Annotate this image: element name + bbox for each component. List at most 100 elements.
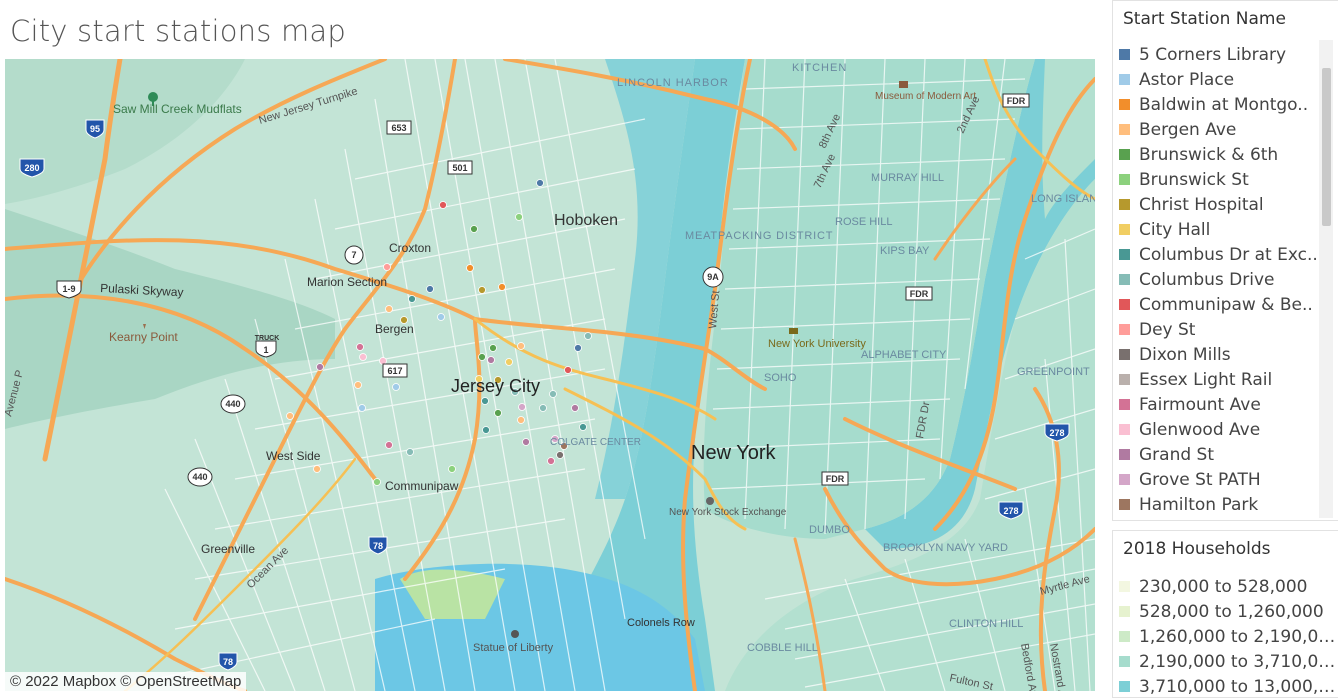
- map-attribution[interactable]: © 2022 Mapbox © OpenStreetMap: [5, 672, 247, 691]
- station-marker[interactable]: [549, 390, 557, 398]
- legend-item[interactable]: 1,260,000 to 2,190,000: [1119, 624, 1338, 649]
- legend-item[interactable]: 230,000 to 528,000: [1119, 574, 1338, 599]
- station-marker[interactable]: [408, 295, 416, 303]
- landmark-icon: [706, 497, 714, 505]
- station-marker[interactable]: [379, 357, 387, 365]
- legend-item[interactable]: Columbus Drive: [1119, 267, 1319, 292]
- legend-swatch: [1119, 249, 1130, 260]
- station-marker[interactable]: [359, 353, 367, 361]
- legend-item[interactable]: 5 Corners Library: [1119, 42, 1319, 67]
- svg-text:501: 501: [452, 163, 467, 173]
- station-marker[interactable]: [539, 404, 547, 412]
- station-marker[interactable]: [383, 263, 391, 271]
- station-marker[interactable]: [313, 465, 321, 473]
- station-marker[interactable]: [489, 344, 497, 352]
- station-marker[interactable]: [571, 404, 579, 412]
- station-marker[interactable]: [448, 465, 456, 473]
- station-marker[interactable]: [494, 409, 502, 417]
- legend-scrollbar[interactable]: [1319, 40, 1333, 518]
- legend-swatch: [1119, 124, 1130, 135]
- station-legend-list[interactable]: 5 Corners Library Astor Place Baldwin at M…: [1119, 42, 1319, 517]
- station-marker[interactable]: [584, 332, 592, 340]
- station-marker[interactable]: [482, 426, 490, 434]
- legend-item[interactable]: Astor Place: [1119, 67, 1319, 92]
- shield-7-icon: 7: [344, 245, 364, 265]
- legend-item[interactable]: Christ Hospital: [1119, 192, 1319, 217]
- label-west-side: West Side: [266, 449, 321, 463]
- station-marker[interactable]: [392, 383, 400, 391]
- legend-label: Christ Hospital: [1139, 194, 1264, 215]
- station-legend[interactable]: Start Station Name 5 Corners Library Asto…: [1112, 0, 1338, 521]
- legend-item[interactable]: Essex Light Rail: [1119, 367, 1319, 392]
- legend-item[interactable]: Fairmount Ave: [1119, 392, 1319, 417]
- legend-item[interactable]: Communipaw & Be..: [1119, 292, 1319, 317]
- station-marker[interactable]: [437, 313, 445, 321]
- station-marker[interactable]: [515, 213, 523, 221]
- households-legend[interactable]: 2018 Households 230,000 to 528,000 528,00…: [1112, 530, 1338, 698]
- legend-item[interactable]: 2,190,000 to 3,710,000: [1119, 649, 1338, 674]
- legend-label: 2,190,000 to 3,710,000: [1139, 651, 1338, 672]
- map-view[interactable]: 95 280 653 501 7 1-9 TRUCK 1 617 440 440 …: [5, 59, 1095, 691]
- station-marker[interactable]: [536, 179, 544, 187]
- station-marker[interactable]: [478, 353, 486, 361]
- museum-icon: [899, 81, 908, 88]
- legend-item[interactable]: Columbus Dr at Exc..: [1119, 242, 1319, 267]
- legend-item[interactable]: Brunswick St: [1119, 167, 1319, 192]
- station-marker[interactable]: [498, 283, 506, 291]
- station-marker[interactable]: [518, 403, 526, 411]
- legend-item[interactable]: Grove St PATH: [1119, 467, 1319, 492]
- label-nyse: New York Stock Exchange: [669, 507, 787, 518]
- legend-label: 1,260,000 to 2,190,000: [1139, 626, 1338, 647]
- households-legend-list[interactable]: 230,000 to 528,000 528,000 to 1,260,000 1,…: [1119, 574, 1338, 699]
- station-marker[interactable]: [373, 478, 381, 486]
- legend-swatch: [1119, 324, 1130, 335]
- station-marker[interactable]: [316, 363, 324, 371]
- station-marker[interactable]: [426, 285, 434, 293]
- legend-item[interactable]: Dixon Mills: [1119, 342, 1319, 367]
- station-marker[interactable]: [487, 356, 495, 364]
- legend-label: Brunswick St: [1139, 169, 1249, 190]
- legend-scrollbar-thumb[interactable]: [1322, 68, 1331, 226]
- station-marker[interactable]: [505, 358, 513, 366]
- station-marker[interactable]: [547, 457, 555, 465]
- label-colonels-row: Colonels Row: [627, 617, 695, 629]
- legend-item[interactable]: Dey St: [1119, 317, 1319, 342]
- station-marker[interactable]: [406, 448, 414, 456]
- station-marker[interactable]: [579, 423, 587, 431]
- legend-item[interactable]: Brunswick & 6th: [1119, 142, 1319, 167]
- label-clinton-hill: CLINTON HILL: [949, 618, 1023, 630]
- station-marker[interactable]: [356, 343, 364, 351]
- station-marker[interactable]: [556, 451, 564, 459]
- legend-item[interactable]: City Hall: [1119, 217, 1319, 242]
- station-marker[interactable]: [354, 381, 362, 389]
- station-marker[interactable]: [385, 441, 393, 449]
- legend-label: Hamilton Park: [1139, 494, 1259, 515]
- station-marker[interactable]: [522, 438, 530, 446]
- station-marker[interactable]: [470, 225, 478, 233]
- station-marker[interactable]: [517, 416, 525, 424]
- label-lincoln-harbor: LINCOLN HARBOR: [617, 77, 729, 89]
- station-marker[interactable]: [466, 264, 474, 272]
- legend-swatch: [1119, 474, 1130, 485]
- station-marker[interactable]: [517, 342, 525, 350]
- legend-swatch: [1119, 299, 1130, 310]
- legend-item[interactable]: 528,000 to 1,260,000: [1119, 599, 1338, 624]
- legend-item[interactable]: 3,710,000 to 13,000,0..: [1119, 674, 1338, 699]
- legend-item[interactable]: Bergen Ave: [1119, 117, 1319, 142]
- label-colgate: COLGATE CENTER: [550, 437, 641, 448]
- station-marker[interactable]: [574, 344, 582, 352]
- station-marker[interactable]: [358, 404, 366, 412]
- legend-item[interactable]: Glenwood Ave: [1119, 417, 1319, 442]
- station-marker[interactable]: [481, 397, 489, 405]
- station-marker[interactable]: [439, 201, 447, 209]
- station-marker[interactable]: [564, 366, 572, 374]
- legend-item[interactable]: Hamilton Park: [1119, 492, 1319, 517]
- station-marker[interactable]: [286, 412, 294, 420]
- legend-swatch: [1119, 449, 1130, 460]
- legend-swatch: [1119, 74, 1130, 85]
- station-marker[interactable]: [478, 286, 486, 294]
- map-canvas[interactable]: 95 280 653 501 7 1-9 TRUCK1 617 440 440 …: [5, 59, 1095, 691]
- legend-item[interactable]: Baldwin at Montgo..: [1119, 92, 1319, 117]
- legend-item[interactable]: Grand St: [1119, 442, 1319, 467]
- station-marker[interactable]: [385, 305, 393, 313]
